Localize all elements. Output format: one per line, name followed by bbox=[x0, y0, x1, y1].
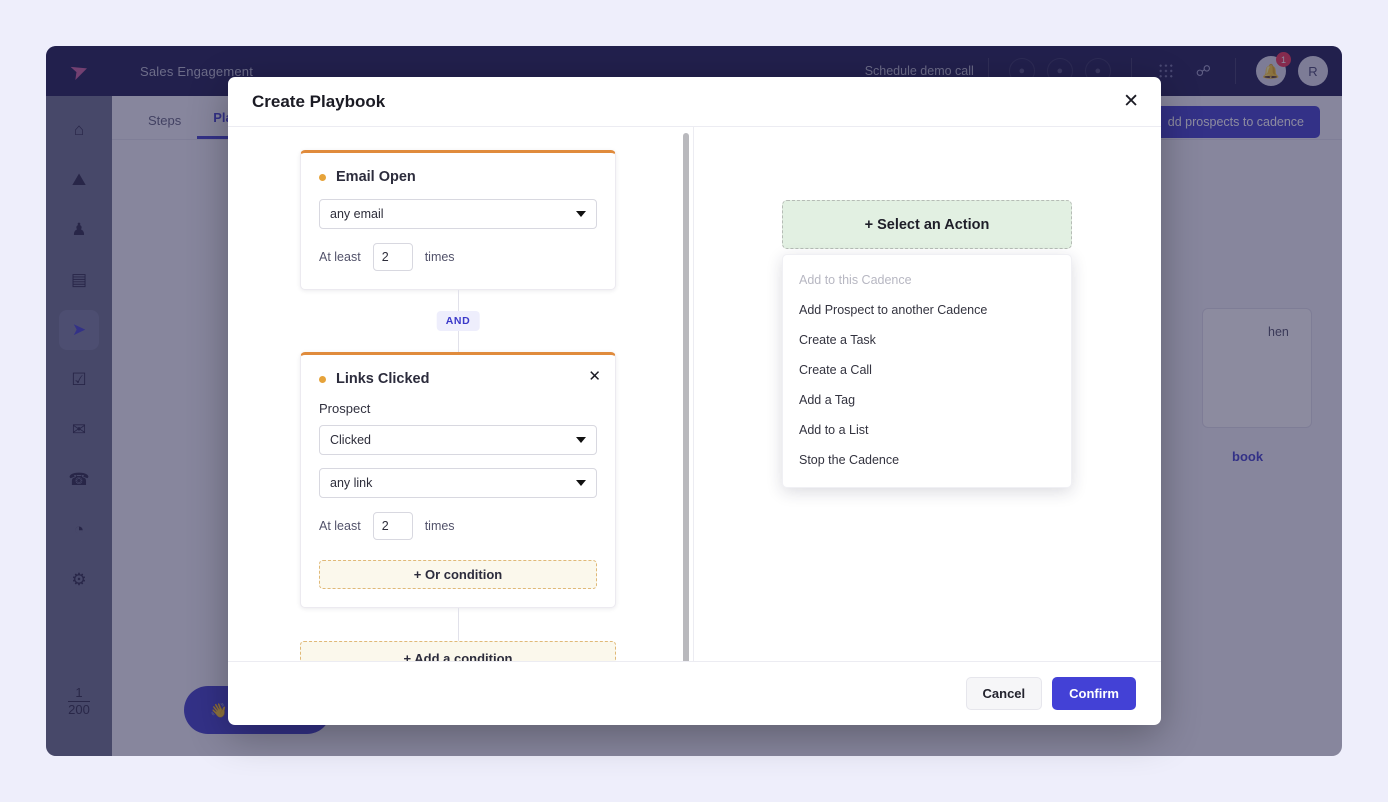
action-item-stop-the-cadence[interactable]: Stop the Cadence bbox=[783, 445, 1071, 475]
action-item-add-to-a-list[interactable]: Add to a List bbox=[783, 415, 1071, 445]
condition-card-email-open: Email Open any email At least 2 times bbox=[300, 150, 616, 290]
or-condition-button[interactable]: + Or condition bbox=[319, 560, 597, 589]
modal-title: Create Playbook bbox=[252, 92, 385, 112]
action-item-create-a-task[interactable]: Create a Task bbox=[783, 325, 1071, 355]
at-least-input[interactable]: 2 bbox=[373, 243, 413, 271]
condition-card-links-clicked: ✕ Links Clicked Prospect Clicked any lin… bbox=[300, 352, 616, 608]
cancel-button[interactable]: Cancel bbox=[966, 677, 1043, 710]
close-icon[interactable]: ✕ bbox=[1123, 92, 1139, 111]
add-condition-connector bbox=[300, 608, 616, 641]
at-least-input[interactable]: 2 bbox=[373, 512, 413, 540]
conditions-list: Email Open any email At least 2 times bbox=[300, 150, 616, 661]
orange-dot-icon bbox=[319, 174, 326, 181]
condition-header: Links Clicked bbox=[319, 371, 597, 387]
select-an-action-button[interactable]: + Select an Action bbox=[782, 200, 1072, 249]
scrollbar-thumb[interactable] bbox=[683, 133, 689, 661]
connector-line bbox=[458, 608, 459, 641]
link-scope-select[interactable]: any link bbox=[319, 468, 597, 498]
condition-connector: AND bbox=[300, 290, 616, 352]
at-least-label: At least bbox=[319, 519, 361, 533]
chevron-down-icon bbox=[576, 211, 586, 217]
modal-footer: Cancel Confirm bbox=[228, 661, 1161, 725]
at-least-row: At least 2 times bbox=[319, 243, 597, 271]
action-item-add-a-tag[interactable]: Add a Tag bbox=[783, 385, 1071, 415]
action-item-add-to-this-cadence: Add to this Cadence bbox=[783, 265, 1071, 295]
and-operator-chip[interactable]: AND bbox=[437, 311, 480, 331]
times-label: times bbox=[425, 250, 455, 264]
condition-title: Email Open bbox=[336, 169, 416, 185]
at-least-row: At least 2 times bbox=[319, 512, 597, 540]
orange-dot-icon bbox=[319, 376, 326, 383]
add-condition-button[interactable]: + Add a condition bbox=[300, 641, 616, 661]
create-playbook-modal: Create Playbook ✕ Email Open any email A bbox=[228, 77, 1161, 725]
condition-header: Email Open bbox=[319, 169, 597, 185]
confirm-button[interactable]: Confirm bbox=[1052, 677, 1136, 710]
action-item-add-prospect-to-another-cadence[interactable]: Add Prospect to another Cadence bbox=[783, 295, 1071, 325]
remove-condition-icon[interactable]: ✕ bbox=[588, 367, 601, 385]
conditions-pane: Email Open any email At least 2 times bbox=[228, 127, 693, 661]
prospect-action-select[interactable]: Clicked bbox=[319, 425, 597, 455]
chevron-down-icon bbox=[576, 437, 586, 443]
chevron-down-icon bbox=[576, 480, 586, 486]
modal-body: Email Open any email At least 2 times bbox=[228, 127, 1161, 661]
action-pane: + Select an Action Add to this Cadence A… bbox=[694, 127, 1161, 661]
at-least-label: At least bbox=[319, 250, 361, 264]
action-dropdown-menu: Add to this Cadence Add Prospect to anot… bbox=[782, 254, 1072, 488]
email-scope-select[interactable]: any email bbox=[319, 199, 597, 229]
email-scope-value: any email bbox=[330, 207, 384, 221]
link-scope-value: any link bbox=[330, 476, 372, 490]
prospect-label: Prospect bbox=[319, 401, 597, 416]
times-label: times bbox=[425, 519, 455, 533]
prospect-action-value: Clicked bbox=[330, 433, 371, 447]
action-item-create-a-call[interactable]: Create a Call bbox=[783, 355, 1071, 385]
modal-header: Create Playbook ✕ bbox=[228, 77, 1161, 127]
condition-title: Links Clicked bbox=[336, 371, 429, 387]
